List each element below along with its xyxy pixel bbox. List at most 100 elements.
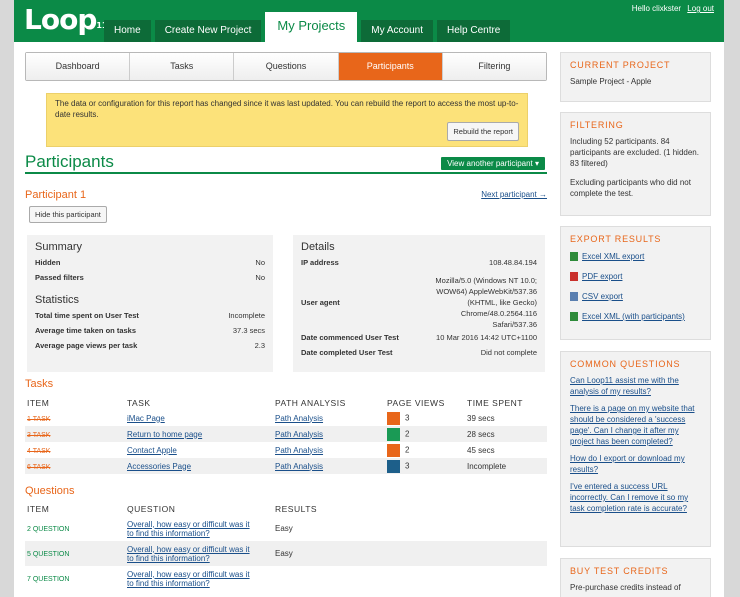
tab-tasks[interactable]: Tasks [130, 53, 235, 80]
statistics-row: Total time spent on User Test Incomplete [35, 311, 265, 320]
tab-participants[interactable]: Participants [338, 53, 443, 80]
question-item: 5 QUESTION [27, 551, 70, 558]
statistics-row: Average page views per task 2.3 [35, 341, 265, 350]
current-project-panel: CURRENT PROJECT Sample Project - Apple [560, 52, 711, 102]
task-color-swatch [387, 459, 400, 473]
filtering-summary: Including 52 participants. 84 participan… [570, 137, 699, 168]
view-another-participant-button[interactable]: View another participant ▾ [441, 157, 545, 170]
commenced-row: Date commenced User Test 10 Mar 2016 14:4… [301, 333, 537, 342]
tasks-header-row: ITEM TASK PATH ANALYSIS PAGE VIEWS TIME … [25, 396, 547, 410]
path-analysis-link[interactable]: Path Analysis [275, 462, 323, 471]
col-item: ITEM [27, 398, 50, 408]
col-time: TIME SPENT [467, 398, 524, 408]
nav-my-projects[interactable]: My Projects [265, 12, 358, 42]
task-link[interactable]: Return to home page [127, 430, 202, 439]
nav-my-account[interactable]: My Account [361, 20, 433, 42]
current-project-name: Sample Project - Apple [570, 77, 652, 86]
question-result [273, 566, 547, 591]
table-row: 3 TASK Return to home page Path Analysis… [25, 426, 547, 442]
export-csv-item: CSV export [570, 290, 701, 303]
path-analysis-link[interactable]: Path Analysis [275, 430, 323, 439]
tasks-table: ITEM TASK PATH ANALYSIS PAGE VIEWS TIME … [25, 396, 547, 474]
question-link[interactable]: Overall, how easy or difficult was it to … [127, 520, 250, 538]
table-row: 6 TASK Accessories Page Path Analysis 3 … [25, 458, 547, 474]
task-link[interactable]: Contact Apple [127, 446, 177, 455]
question-link[interactable]: Overall, how easy or difficult was it to … [127, 545, 250, 563]
pdf-icon [570, 272, 578, 282]
task-item: 1 TASK [27, 415, 51, 423]
filtering-title: FILTERING [570, 120, 624, 130]
filtering-exclusion: Excluding participants who did not compl… [570, 178, 691, 198]
pdf-export-link[interactable]: PDF export [582, 272, 622, 281]
logout-link[interactable]: Log out [687, 4, 714, 13]
table-row: 7 QUESTION Overall, how easy or difficul… [25, 566, 547, 591]
user-agent-row: User agent Mozilla/5.0 (Windows NT 10.0;… [301, 276, 537, 329]
task-color-swatch [387, 411, 400, 425]
task-item: 3 TASK [27, 431, 51, 439]
summary-title: Summary [35, 241, 83, 253]
filtering-panel: FILTERING Including 52 participants. 84 … [560, 112, 711, 216]
buy-credits-panel: BUY TEST CREDITS Pre-purchase credits in… [560, 558, 711, 597]
tab-filtering[interactable]: Filtering [442, 53, 547, 80]
rebuild-report-button[interactable]: Rebuild the report [447, 122, 519, 141]
excel-icon [570, 252, 578, 262]
faq-link[interactable]: There is a page on my website that shoul… [570, 403, 701, 447]
loop11-logo[interactable]: Loop11 [24, 4, 108, 36]
export-excel-participants-item: Excel XML (with participants) [570, 310, 701, 323]
tab-questions[interactable]: Questions [234, 53, 339, 80]
path-analysis-link[interactable]: Path Analysis [275, 414, 323, 423]
nav-home[interactable]: Home [104, 20, 151, 42]
faq-link[interactable]: I've entered a success URL incorrectly. … [570, 481, 701, 514]
table-row: 4 TASK Contact Apple Path Analysis 2 45 … [25, 442, 547, 458]
nav-create-project[interactable]: Create New Project [154, 20, 262, 42]
path-analysis-link[interactable]: Path Analysis [275, 446, 323, 455]
notice-text: The data or configuration for this repor… [55, 99, 519, 119]
task-link[interactable]: iMac Page [127, 414, 165, 423]
export-excel-item: Excel XML export [570, 250, 701, 263]
col-results: RESULTS [275, 504, 318, 514]
tab-dashboard[interactable]: Dashboard [26, 53, 131, 80]
task-item: 6 TASK [27, 463, 51, 471]
faq-link[interactable]: How do I export or download my results? [570, 453, 701, 475]
user-area: Hello clixkster Log out [632, 4, 714, 13]
top-header: Loop11 Home Create New Project My Projec… [14, 0, 724, 42]
page-title: Participants [25, 152, 114, 171]
questions-title: Questions [25, 485, 75, 497]
questions-header-row: ITEM QUESTION RESULTS [25, 502, 547, 516]
excel-icon [570, 312, 578, 322]
main-content: Dashboard Tasks Questions Participants F… [25, 52, 547, 588]
excel-export-link[interactable]: Excel XML export [582, 252, 644, 261]
hide-participant-button[interactable]: Hide this participant [29, 206, 107, 223]
csv-export-link[interactable]: CSV export [582, 292, 623, 301]
title-divider [25, 172, 547, 174]
nav-help-centre[interactable]: Help Centre [437, 20, 511, 42]
excel-participants-export-link[interactable]: Excel XML (with participants) [582, 312, 685, 321]
table-row: 5 QUESTION Overall, how easy or difficul… [25, 541, 547, 566]
completed-row: Date completed User Test Did not complete [301, 348, 537, 357]
question-item: 2 QUESTION [27, 526, 70, 533]
tasks-title: Tasks [25, 378, 54, 390]
faq-link[interactable]: Can Loop11 assist me with the analysis o… [570, 375, 701, 397]
main-nav: Home Create New Project My Projects My A… [104, 12, 514, 42]
col-path: PATH ANALYSIS [275, 398, 346, 408]
time-spent: 45 secs [467, 445, 495, 455]
table-row: 1 TASK iMac Page Path Analysis 3 39 secs [25, 410, 547, 426]
next-participant-link[interactable]: Next participant → [481, 190, 547, 199]
details-box: Details IP address 108.48.84.194 User age… [293, 235, 545, 372]
ip-row: IP address 108.48.84.194 [301, 258, 537, 267]
question-link[interactable]: Overall, how easy or difficult was it to … [127, 570, 250, 588]
task-color-swatch [387, 427, 400, 441]
col-item: ITEM [27, 504, 50, 514]
export-title: EXPORT RESULTS [570, 234, 662, 244]
report-tabs: Dashboard Tasks Questions Participants F… [25, 52, 547, 81]
col-question: QUESTION [127, 504, 176, 514]
question-result: Easy [273, 541, 547, 566]
task-link[interactable]: Accessories Page [127, 462, 191, 471]
current-project-title: CURRENT PROJECT [570, 60, 671, 70]
user-agent-value: Mozilla/5.0 (Windows NT 10.0; WOW64) App… [435, 276, 537, 329]
statistics-row: Average time taken on tasks 37.3 secs [35, 326, 265, 335]
time-spent: 39 secs [467, 413, 495, 423]
buy-credits-title: BUY TEST CREDITS [570, 566, 669, 576]
time-spent: Incomplete [465, 458, 547, 474]
export-panel: EXPORT RESULTS Excel XML export PDF expo… [560, 226, 711, 340]
